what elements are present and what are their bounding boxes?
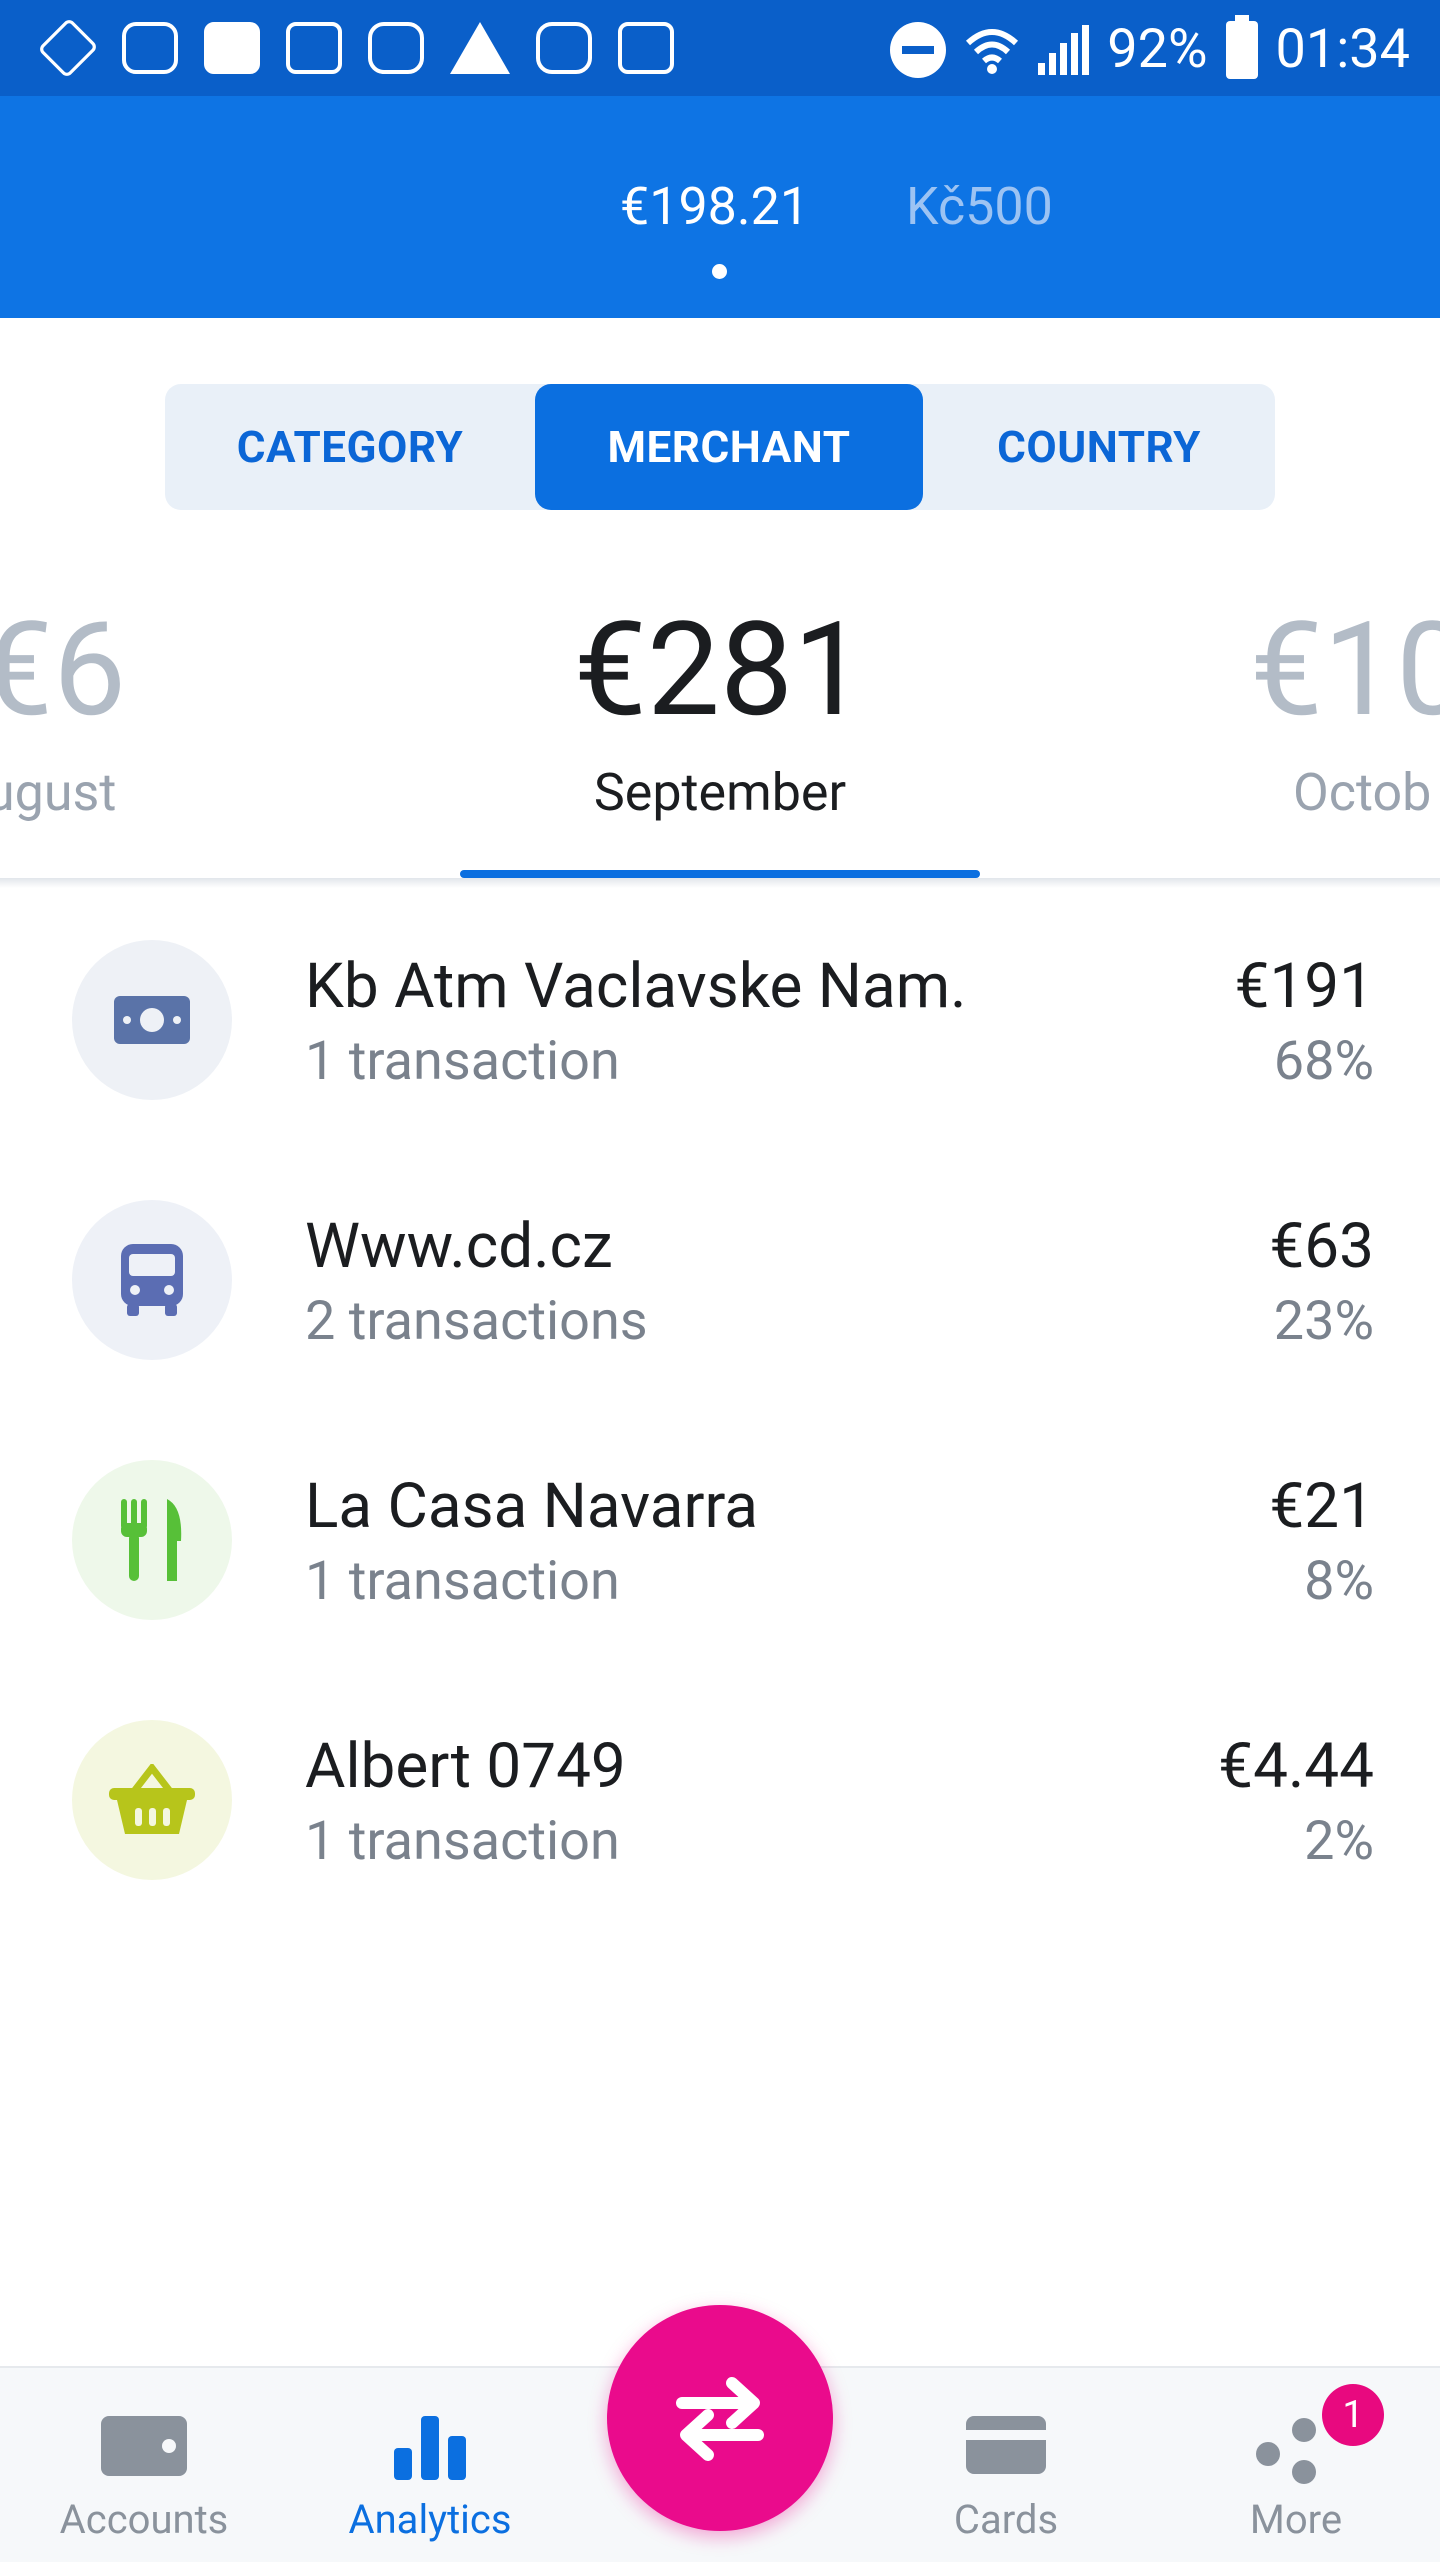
balance-czk[interactable]: Kč500 bbox=[906, 176, 1053, 237]
basket-icon-badge bbox=[72, 1720, 232, 1880]
merchant-name: Kb Atm Vaclavske Nam. bbox=[305, 950, 967, 1023]
period-selected-indicator bbox=[460, 870, 980, 878]
restaurant-icon-badge bbox=[72, 1460, 232, 1620]
tab-merchant[interactable]: MERCHANT bbox=[535, 384, 923, 510]
grouping-segmented-control: CATEGORY MERCHANT COUNTRY bbox=[165, 384, 1275, 510]
nav-label: Accounts bbox=[59, 2496, 229, 2543]
transfer-button[interactable] bbox=[607, 2305, 833, 2531]
nav-label: Cards bbox=[953, 2496, 1059, 2543]
balance-eur[interactable]: €198.21 bbox=[620, 176, 809, 237]
nav-label: More bbox=[1249, 2496, 1343, 2543]
merchant-percent: 23% bbox=[1273, 1290, 1374, 1353]
merchant-amount: €4.44 bbox=[1218, 1730, 1374, 1803]
maps-icon bbox=[618, 22, 674, 74]
nav-accounts[interactable]: Accounts bbox=[44, 2368, 244, 2562]
transaction-count: 1 transaction bbox=[305, 1550, 620, 1613]
merchant-percent: 68% bbox=[1273, 1030, 1374, 1093]
instagram-icon bbox=[536, 22, 592, 74]
current-period-amount: €281 bbox=[573, 593, 867, 746]
merchant-name: Albert 0749 bbox=[305, 1730, 626, 1803]
cash-icon bbox=[114, 996, 190, 1044]
bar-chart-icon bbox=[394, 2416, 466, 2480]
basket-icon bbox=[109, 1764, 195, 1834]
card-icon bbox=[966, 2416, 1046, 2474]
status-right: 92% 01:34 bbox=[890, 14, 1410, 81]
nav-label: Analytics bbox=[348, 2496, 512, 2543]
signal-icon bbox=[1038, 24, 1090, 75]
merchant-amount: €63 bbox=[1269, 1210, 1374, 1283]
gmail-icon bbox=[286, 22, 342, 74]
battery-icon bbox=[1225, 14, 1258, 79]
clock: 01:34 bbox=[1275, 18, 1410, 81]
page-indicator bbox=[712, 264, 727, 279]
merchant-amount: €191 bbox=[1234, 950, 1374, 1023]
divider bbox=[0, 878, 1440, 888]
merchant-amount: €21 bbox=[1269, 1470, 1374, 1543]
merchant-name: La Casa Navarra bbox=[305, 1470, 759, 1543]
transaction-count: 1 transaction bbox=[305, 1030, 620, 1093]
transaction-count: 1 transaction bbox=[305, 1810, 620, 1873]
tag-icon bbox=[37, 17, 99, 79]
more-notification-badge: 1 bbox=[1322, 2384, 1384, 2446]
balance-header: €198.21 Kč500 bbox=[0, 96, 1440, 318]
bus-icon bbox=[121, 1244, 183, 1316]
instagram-icon bbox=[368, 22, 424, 74]
transaction-count: 2 transactions bbox=[305, 1290, 648, 1353]
merchant-name: Www.cd.cz bbox=[305, 1210, 613, 1283]
do-not-disturb-icon bbox=[890, 21, 947, 78]
list-item[interactable]: Www.cd.cz 2 transactions €63 23% bbox=[0, 1170, 1440, 1370]
status-bar: 92% 01:34 bbox=[0, 0, 1440, 96]
tab-category[interactable]: CATEGORY bbox=[165, 384, 535, 510]
list-item[interactable]: Kb Atm Vaclavske Nam. 1 transaction €191… bbox=[0, 910, 1440, 1110]
merchant-percent: 8% bbox=[1304, 1550, 1374, 1613]
list-item[interactable]: La Casa Navarra 1 transaction €21 8% bbox=[0, 1430, 1440, 1630]
next-period-amount[interactable]: €10 bbox=[1250, 600, 1440, 740]
nav-cards[interactable]: Cards bbox=[906, 2368, 1106, 2562]
nav-analytics[interactable]: Analytics bbox=[330, 2368, 530, 2562]
restaurant-icon bbox=[121, 1499, 182, 1581]
cd-app-icon bbox=[122, 22, 178, 74]
current-period-month: September bbox=[593, 762, 847, 823]
wifi-icon bbox=[966, 28, 1019, 74]
next-period-month[interactable]: Octob bbox=[1293, 762, 1431, 823]
tab-country[interactable]: COUNTRY bbox=[923, 384, 1275, 510]
bus-icon-badge bbox=[72, 1200, 232, 1360]
wallet-icon bbox=[101, 2416, 187, 2476]
cash-icon-badge bbox=[72, 940, 232, 1100]
battery-percent: 92% bbox=[1107, 18, 1208, 81]
gallery-icon bbox=[204, 22, 260, 74]
merchant-percent: 2% bbox=[1304, 1810, 1374, 1873]
notification-icons bbox=[37, 17, 674, 79]
warning-icon bbox=[450, 22, 510, 74]
transfer-arrows-icon bbox=[676, 2377, 764, 2461]
list-item[interactable]: Albert 0749 1 transaction €4.44 2% bbox=[0, 1690, 1440, 1890]
